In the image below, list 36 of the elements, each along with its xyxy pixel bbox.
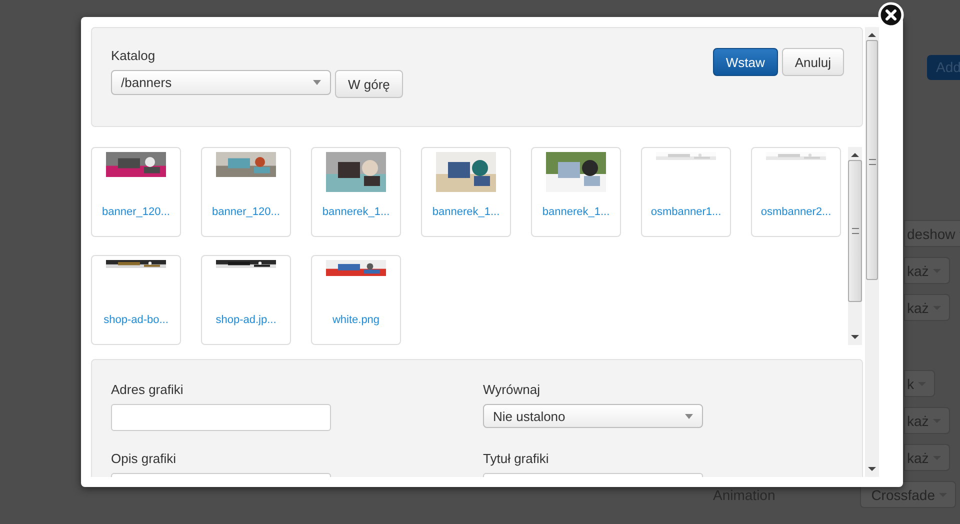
directory-select[interactable]: /banners (111, 70, 331, 95)
input-field[interactable] (111, 404, 331, 431)
insert-button[interactable]: Wstaw (712, 48, 778, 76)
file-name-link[interactable]: osmbanner2... (760, 206, 832, 218)
cancel-button[interactable]: Anuluj (782, 48, 844, 76)
file-name-link[interactable]: bannerek_1... (432, 206, 500, 218)
scrollbar[interactable] (865, 27, 879, 477)
file-tile[interactable]: bannerek_1... (311, 147, 401, 237)
file-name-link[interactable]: bannerek_1... (542, 206, 610, 218)
close-button[interactable] (878, 2, 904, 28)
file-tile[interactable]: osmbanner1... (641, 147, 731, 237)
file-tile[interactable]: bannerek_1... (531, 147, 621, 237)
file-tile[interactable]: banner_120... (91, 147, 181, 237)
file-tile[interactable]: bannerek_1... (421, 147, 511, 237)
file-name-link[interactable]: white.png (332, 314, 380, 326)
file-name-link[interactable]: shop-ad-bo... (104, 314, 168, 326)
caret-icon (313, 80, 321, 85)
field-label: Opis grafiki (111, 451, 178, 466)
file-tile[interactable]: shop-ad.jp... (201, 255, 291, 345)
field-label: Tytuł grafiki (483, 451, 550, 466)
file-name-link[interactable]: bannerek_1... (322, 206, 390, 218)
file-tile[interactable]: shop-ad-bo... (91, 255, 181, 345)
file-name-link[interactable]: banner_120... (212, 206, 280, 218)
file-tile[interactable]: banner_120... (201, 147, 291, 237)
file-tile[interactable]: osmbanner2... (751, 147, 841, 237)
up-button[interactable]: W górę (335, 70, 403, 98)
field-label: Wyrównaj (483, 382, 541, 397)
file-name-link[interactable]: banner_120... (102, 206, 170, 218)
field-label: Adres grafiki (111, 382, 184, 397)
file-name-link[interactable]: shop-ad.jp... (216, 314, 276, 326)
file-tile[interactable]: white.png (311, 255, 401, 345)
align-select[interactable]: Nie ustalono (483, 404, 703, 428)
file-name-link[interactable]: osmbanner1... (650, 206, 722, 218)
caret-icon (685, 414, 693, 418)
scrollbar[interactable] (848, 147, 862, 345)
field-label: Katalog (111, 48, 156, 63)
